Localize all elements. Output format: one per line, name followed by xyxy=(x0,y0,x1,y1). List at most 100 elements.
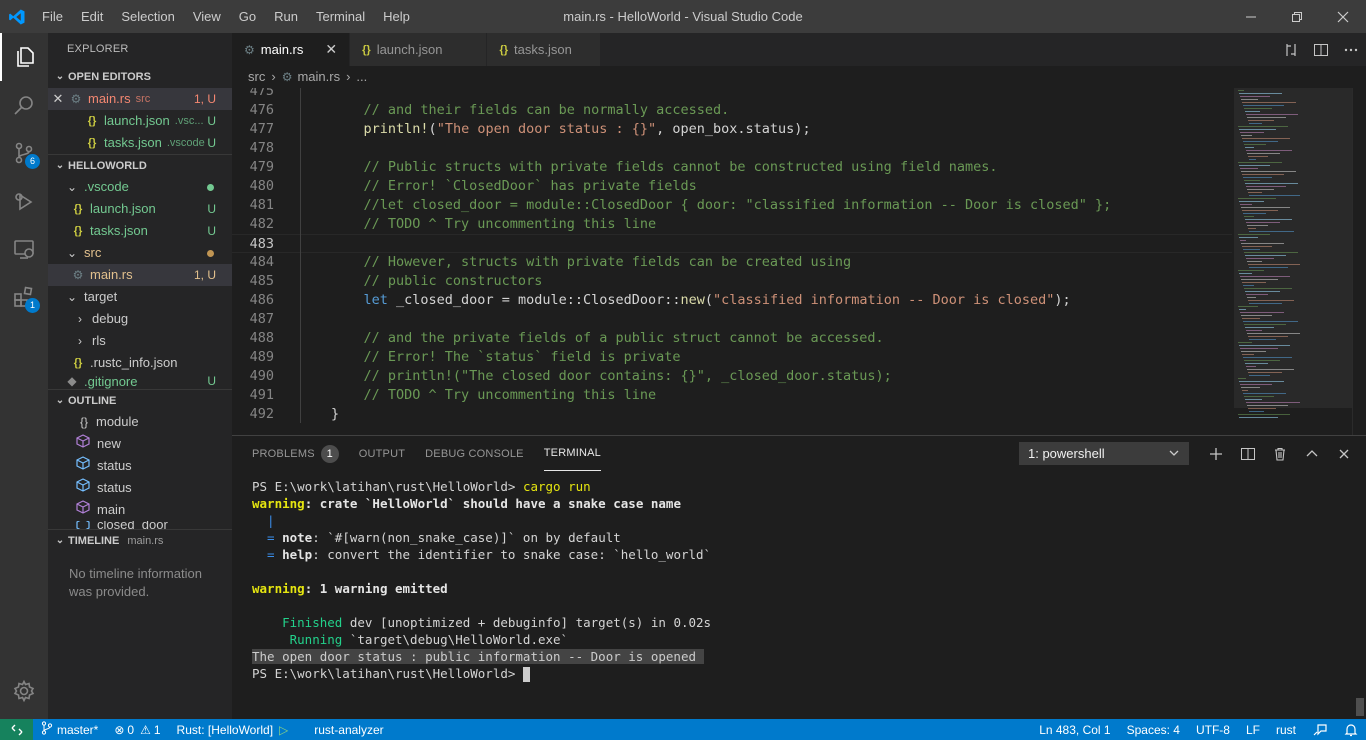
open-editor-tasks-json[interactable]: {} tasks.json .vscode U xyxy=(48,132,232,154)
open-editor-launch-json[interactable]: {} launch.json .vsc... U xyxy=(48,110,232,132)
search-icon[interactable] xyxy=(0,81,48,129)
code-line[interactable]: 491 // TODO ^ Try uncommenting this line xyxy=(232,386,1232,405)
menu-selection[interactable]: Selection xyxy=(112,0,183,33)
indent-status[interactable]: Spaces: 4 xyxy=(1119,719,1188,740)
remote-explorer-icon[interactable] xyxy=(0,225,48,273)
code-line[interactable]: 484 // However, structs with private fie… xyxy=(232,253,1232,272)
menu-view[interactable]: View xyxy=(184,0,230,33)
add-icon[interactable] xyxy=(1200,446,1232,462)
breadcrumb-folder[interactable]: src xyxy=(248,66,265,88)
split-editor-icon[interactable] xyxy=(1306,42,1336,58)
cursor-position[interactable]: Ln 483, Col 1 xyxy=(1031,719,1118,740)
restore-icon[interactable] xyxy=(1274,0,1320,33)
editor-scrollbar[interactable] xyxy=(1352,88,1366,435)
file-main-rs[interactable]: ⚙ main.rs 1, U xyxy=(48,264,232,286)
tab-debug-console[interactable]: DEBUG CONSOLE xyxy=(425,436,524,471)
split-terminal-icon[interactable] xyxy=(1232,446,1264,462)
folder-rls[interactable]: › rls xyxy=(48,330,232,352)
tab-terminal[interactable]: TERMINAL xyxy=(543,436,601,471)
code-line[interactable]: 475 xyxy=(232,88,1232,101)
encoding-status[interactable]: UTF-8 xyxy=(1188,719,1238,740)
code-line[interactable]: 477 println!("The open door status : {}"… xyxy=(232,120,1232,139)
close-icon[interactable] xyxy=(1328,446,1360,462)
code-area[interactable]: 475 476 // and their fields can be normal… xyxy=(232,88,1232,435)
menu-terminal[interactable]: Terminal xyxy=(307,0,374,33)
tab-output[interactable]: OUTPUT xyxy=(359,436,405,471)
gear-icon[interactable] xyxy=(0,667,48,715)
folder-target[interactable]: ⌄ target xyxy=(48,286,232,308)
code-line[interactable]: 488 // and the private fields of a publi… xyxy=(232,329,1232,348)
folder-debug[interactable]: › debug xyxy=(48,308,232,330)
tab-main-rs[interactable]: ⚙ main.rs ✕ xyxy=(232,33,351,66)
more-actions-icon[interactable] xyxy=(1336,42,1366,58)
close-icon[interactable]: ✕ xyxy=(325,41,337,58)
timeline-header[interactable]: ⌄ TIMELINE main.rs xyxy=(48,529,232,551)
code-line[interactable]: 476 // and their fields can be normally … xyxy=(232,101,1232,120)
terminal-select[interactable]: 1: powershell xyxy=(1019,442,1189,465)
outline-item-main[interactable]: main xyxy=(48,499,232,521)
play-icon[interactable]: ▷ xyxy=(279,723,288,737)
branch-status[interactable]: master* xyxy=(33,719,106,740)
problems-status[interactable]: ⊗ 0 ⚠ 1 xyxy=(106,719,168,740)
menu-run[interactable]: Run xyxy=(265,0,307,33)
code-line[interactable]: 485 // public constructors xyxy=(232,272,1232,291)
code-line[interactable]: 489 // Error! The `status` field is priv… xyxy=(232,348,1232,367)
minimap[interactable] xyxy=(1234,88,1352,435)
menu-help[interactable]: Help xyxy=(374,0,419,33)
code-line[interactable]: 482 // TODO ^ Try uncommenting this line xyxy=(232,215,1232,234)
folder-src[interactable]: ⌄ src xyxy=(48,242,232,264)
close-window-icon[interactable] xyxy=(1320,0,1366,33)
outline-item-status[interactable]: status xyxy=(48,455,232,477)
outline-item-status-2[interactable]: status xyxy=(48,477,232,499)
menu-go[interactable]: Go xyxy=(230,0,265,33)
tab-launch-json[interactable]: {} launch.json xyxy=(350,33,488,66)
analyzer-status[interactable]: rust-analyzer xyxy=(306,719,391,740)
open-editors-header[interactable]: ⌄ OPEN EDITORS xyxy=(48,66,232,88)
remote-icon[interactable] xyxy=(0,719,33,740)
chevron-up-icon[interactable] xyxy=(1296,446,1328,462)
terminal-output[interactable]: PS E:\work\latihan\rust\HelloWorld> carg… xyxy=(252,478,1352,682)
file-tasks-json[interactable]: {} tasks.json U xyxy=(48,220,232,242)
code-line[interactable]: 479 // Public structs with private field… xyxy=(232,158,1232,177)
code-line[interactable]: 481 //let closed_door = module::ClosedDo… xyxy=(232,196,1232,215)
tab-tasks-json[interactable]: {} tasks.json xyxy=(487,33,601,66)
tab-problems[interactable]: PROBLEMS 1 xyxy=(252,436,339,471)
trash-icon[interactable] xyxy=(1264,446,1296,462)
outline-item-module[interactable]: {} module xyxy=(48,411,232,433)
code-line[interactable]: 478 xyxy=(232,139,1232,158)
explorer-icon[interactable] xyxy=(0,33,48,81)
eol-status[interactable]: LF xyxy=(1238,719,1268,740)
compare-icon[interactable] xyxy=(1276,42,1306,58)
code-line[interactable]: 490 // println!("The closed door contain… xyxy=(232,367,1232,386)
feedback-icon[interactable] xyxy=(1304,719,1336,740)
close-icon[interactable]: ✕ xyxy=(48,88,68,110)
code-line[interactable]: 492} xyxy=(232,405,1232,424)
run-debug-icon[interactable] xyxy=(0,177,48,225)
rust-workspace-status[interactable]: Rust: [HelloWorld] ▷ xyxy=(169,719,297,740)
folder-vscode[interactable]: ⌄ .vscode xyxy=(48,176,232,198)
code-line[interactable]: 483 xyxy=(232,234,1232,253)
breadcrumb-more[interactable]: ... xyxy=(356,66,367,88)
terminal-token: warning xyxy=(252,496,305,511)
extensions-icon[interactable]: 1 xyxy=(0,273,48,321)
open-editor-main-rs[interactable]: ✕ ⚙ main.rs src 1, U xyxy=(48,88,232,110)
menu-edit[interactable]: Edit xyxy=(72,0,112,33)
minimize-icon[interactable] xyxy=(1228,0,1274,33)
outline-header[interactable]: ⌄ OUTLINE xyxy=(48,389,232,411)
outline-item-closed-door[interactable]: closed_door xyxy=(48,521,232,529)
code-line[interactable]: 487 xyxy=(232,310,1232,329)
code-line[interactable]: 480 // Error! `ClosedDoor` has private f… xyxy=(232,177,1232,196)
menu-file[interactable]: File xyxy=(33,0,72,33)
bell-icon[interactable] xyxy=(1336,719,1366,740)
terminal-scrollbar[interactable] xyxy=(1356,698,1364,716)
file-rustc-info[interactable]: {} .rustc_info.json xyxy=(48,352,232,374)
workspace-header[interactable]: ⌄ HELLOWORLD xyxy=(48,154,232,176)
terminal-line: The open door status : public informatio… xyxy=(252,648,1352,665)
language-status[interactable]: rust xyxy=(1268,719,1304,740)
code-line[interactable]: 486 let _closed_door = module::ClosedDoo… xyxy=(232,291,1232,310)
file-gitignore[interactable]: ◆ .gitignore U xyxy=(48,374,232,389)
source-control-icon[interactable]: 6 xyxy=(0,129,48,177)
file-launch-json[interactable]: {} launch.json U xyxy=(48,198,232,220)
outline-item-new[interactable]: new xyxy=(48,433,232,455)
breadcrumb-file[interactable]: main.rs xyxy=(297,66,340,88)
